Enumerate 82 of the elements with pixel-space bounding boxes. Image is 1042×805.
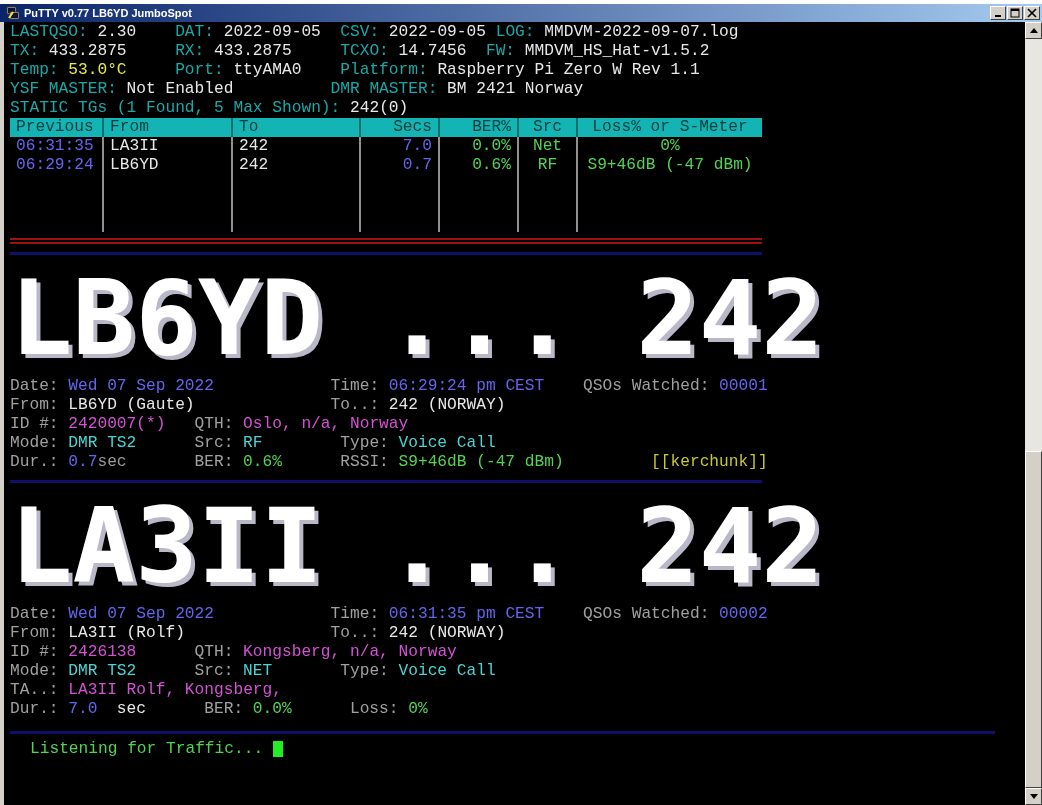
qso-field: Src: RF <box>194 434 341 453</box>
status-field: FW: MMDVM_HS_Hat-v1.5.2 <box>485 42 720 61</box>
qso-field: Mode: DMR TS2 <box>10 434 195 453</box>
status-message: Listening for Traffic... <box>30 739 264 759</box>
status-field: LOG: MMDVM-2022-09-07.log <box>495 23 749 42</box>
qso-field: QTH: Oslo, n/a, Norway <box>194 415 418 434</box>
qso-field: Dur.: 0.7sec <box>10 453 195 472</box>
status-field: TCXO: 14.7456 <box>340 42 486 61</box>
maximize-button[interactable] <box>1007 6 1023 20</box>
qso-field: BER: 0.6% <box>194 453 341 472</box>
qso-field: QSOs Watched: 00001 <box>583 377 778 396</box>
column-header: Src <box>519 118 578 137</box>
qso-field: From: LA3II (Rolf) <box>10 624 331 643</box>
qso-field: Time: 06:29:24 pm CEST <box>330 377 584 396</box>
qso-field: RSSI: S9+46dB (-47 dBm) <box>340 453 652 472</box>
qso-field: Src: NET <box>194 662 341 681</box>
status-field: DMR MASTER: BM 2421 Norway <box>330 80 593 99</box>
terminal-icon <box>6 6 20 20</box>
scrollbar[interactable] <box>1025 22 1042 805</box>
qso-field: Type: Voice Call <box>340 434 506 453</box>
table-cell-text: 0.6% <box>471 156 511 175</box>
column-header: Loss% or S-Meter <box>591 118 749 137</box>
text-cursor <box>273 741 284 757</box>
table-cell-text: 0.0% <box>471 137 511 156</box>
scroll-down-button[interactable] <box>1025 788 1042 805</box>
qso-field: [[kerchunk]] <box>651 453 778 472</box>
table-cell-text: 242 <box>239 156 270 175</box>
close-icon <box>1027 8 1037 18</box>
banner-text: LA3II ... 242 <box>10 487 824 605</box>
column-header: Secs <box>361 118 440 137</box>
up-arrow-icon <box>1029 28 1038 33</box>
status-field: Platform: Raspberry Pi Zero W Rev 1.1 <box>340 61 710 80</box>
qso-field: Date: Wed 07 Sep 2022 <box>10 605 331 624</box>
qso-field: ID #: 2426138 <box>10 643 195 662</box>
column-header: Previous <box>10 118 104 137</box>
status-field: TX: 433.2875 <box>10 42 176 61</box>
qso-field: Date: Wed 07 Sep 2022 <box>10 377 331 396</box>
status-field: Temp: 53.0°C <box>10 61 176 80</box>
qso-field: ID #: 2420007(*) <box>10 415 195 434</box>
table-cell-text: RF <box>536 156 559 175</box>
qso-field: Time: 06:31:35 pm CEST <box>330 605 584 624</box>
table-cell-text: 06:31:35 <box>16 137 95 156</box>
maximize-icon <box>1010 8 1020 18</box>
qso-field: QSOs Watched: 00002 <box>583 605 778 624</box>
column-header: From <box>104 118 233 137</box>
table-cell-text: S9+46dB (-47 dBm) <box>586 156 754 175</box>
status-field: Port: ttyAMA0 <box>175 61 341 80</box>
close-button[interactable] <box>1024 6 1040 20</box>
minimize-button[interactable] <box>990 6 1006 20</box>
qso-field: From: LB6YD (Gaute) <box>10 396 331 415</box>
table-cell-text: 7.0 <box>401 137 432 156</box>
banner-text: LB6YD ... 242 <box>10 259 824 377</box>
table-cell-text: LB6YD <box>110 156 160 175</box>
table-cell-text: LA3II <box>110 137 160 156</box>
qso-field: To..: 242 (NORWAY) <box>330 624 516 643</box>
table-cell-text: 0% <box>659 137 681 156</box>
table-cell-text: 242 <box>239 137 270 156</box>
qso-field: To..: 242 (NORWAY) <box>330 396 516 415</box>
status-field: CSV: 2022-09-05 <box>340 23 496 42</box>
table-cell-text: 06:29:24 <box>16 156 95 175</box>
qso-field: Type: Voice Call <box>340 662 506 681</box>
status-field: DAT: 2022-09-05 <box>175 23 341 42</box>
scroll-up-button[interactable] <box>1025 22 1042 39</box>
minimize-icon <box>995 15 1001 17</box>
qso-field: Loss: 0% <box>349 700 438 719</box>
qso-field: sec <box>116 700 205 719</box>
column-header: BER% <box>440 118 519 137</box>
status-field: LASTQSO: 2.30 <box>10 23 176 42</box>
status-field: YSF MASTER: Not Enabled <box>10 80 331 99</box>
qso-field: QTH: Kongsberg, n/a, Norway <box>194 643 467 662</box>
qso-field: Dur.: 7.0 <box>10 700 117 719</box>
column-header: To <box>233 118 361 137</box>
qso-field: Mode: DMR TS2 <box>10 662 195 681</box>
status-field: RX: 433.2875 <box>175 42 341 61</box>
status-field: STATIC TGs (1 Found, 5 Max Shown): 242(0) <box>10 99 418 118</box>
table-cell-text: Net <box>531 137 564 156</box>
scrollbar-thumb[interactable] <box>1025 450 1042 788</box>
down-arrow-icon <box>1029 794 1038 799</box>
table-cell-text: 0.7 <box>401 156 432 175</box>
qso-field: TA..: LA3II Rolf, Kongsberg, <box>10 681 292 700</box>
window-title: PuTTY v0.77 LB6YD JumboSpot <box>24 7 193 19</box>
qso-field: BER: 0.0% <box>204 700 350 719</box>
